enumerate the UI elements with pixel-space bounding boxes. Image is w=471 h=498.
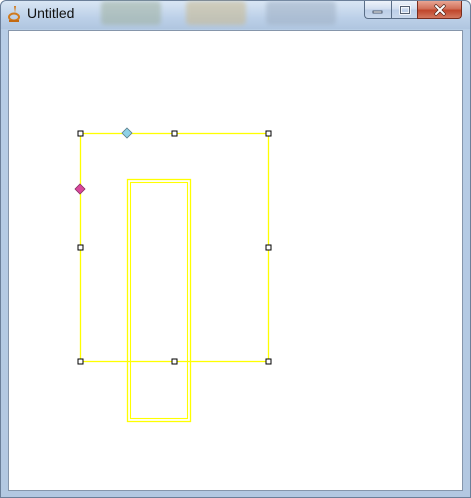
resize-handle-right[interactable]	[265, 244, 272, 251]
resize-handle-top-right[interactable]	[265, 130, 272, 137]
app-icon[interactable]	[6, 5, 22, 23]
minimize-icon	[372, 10, 383, 13]
app-window: Untitled	[0, 0, 471, 498]
caption-buttons	[364, 1, 462, 20]
drawing-canvas[interactable]	[8, 30, 463, 491]
skew-handle-icon[interactable]	[74, 183, 86, 195]
glass-background	[266, 1, 336, 25]
title-bar[interactable]: Untitled	[1, 1, 470, 29]
resize-handle-bottom-left[interactable]	[77, 358, 84, 365]
restore-button[interactable]	[391, 1, 417, 19]
close-x-icon	[433, 3, 446, 16]
selection-box[interactable]	[79, 132, 270, 363]
glass-background	[186, 1, 246, 25]
canvas-layer	[74, 127, 272, 423]
inner-rectangle[interactable]	[126, 178, 192, 423]
window-title: Untitled	[27, 5, 75, 21]
resize-handles	[77, 130, 272, 365]
close-button[interactable]	[417, 1, 462, 19]
resize-handle-bottom-right[interactable]	[265, 358, 272, 365]
resize-handle-bottom[interactable]	[171, 358, 178, 365]
glass-background	[101, 1, 161, 25]
minimize-button[interactable]	[364, 1, 391, 19]
restore-icon	[398, 4, 411, 15]
resize-handle-top[interactable]	[171, 130, 178, 137]
resize-handle-top-left[interactable]	[77, 130, 84, 137]
resize-handle-left[interactable]	[77, 244, 84, 251]
rotate-handle-icon[interactable]	[121, 127, 133, 139]
